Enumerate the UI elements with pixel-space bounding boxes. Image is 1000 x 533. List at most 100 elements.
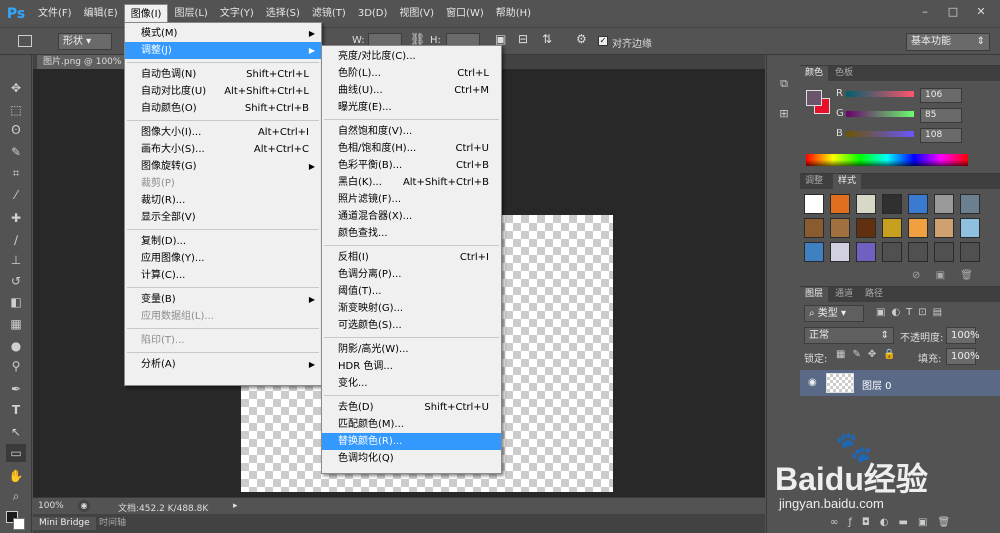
blue-value-input[interactable]: 108 bbox=[920, 128, 962, 143]
style-swatch[interactable] bbox=[882, 218, 902, 238]
hand-tool-icon[interactable]: ✋ bbox=[6, 467, 26, 485]
adjust-submenu-item[interactable]: 渐变映射(G)... bbox=[322, 300, 501, 317]
image-menu-item[interactable]: 自动颜色(O) Shift+Ctrl+B bbox=[125, 100, 321, 117]
adjust-submenu-item[interactable]: 变化... bbox=[322, 375, 501, 392]
tab-adjustments[interactable]: 调整 bbox=[800, 174, 828, 189]
menu-file[interactable]: 文件(F) bbox=[32, 4, 78, 24]
close-button[interactable]: ✕ bbox=[970, 4, 992, 20]
style-swatch[interactable] bbox=[934, 218, 954, 238]
adjust-submenu-item[interactable]: 曲线(U)... Ctrl+M bbox=[322, 82, 501, 99]
eyedropper-tool-icon[interactable]: ⁄ bbox=[6, 186, 26, 204]
image-menu-item[interactable]: 显示全部(V) bbox=[125, 209, 321, 226]
style-swatch[interactable] bbox=[856, 194, 876, 214]
tab-mini-bridge[interactable]: Mini Bridge bbox=[33, 517, 96, 530]
document-tab[interactable]: 图片.png @ 100% bbox=[37, 55, 128, 69]
path-alignment-icon[interactable]: ⊟ bbox=[518, 32, 528, 46]
image-menu-item[interactable]: 变量(B) ▶ bbox=[125, 291, 321, 308]
layer-row[interactable]: ◉ 图层 0 bbox=[800, 370, 1000, 396]
image-menu-item[interactable]: 图像旋转(G) ▶ bbox=[125, 158, 321, 175]
clear-style-icon[interactable]: ⊘ bbox=[912, 270, 920, 281]
shape-mode-select[interactable]: 形状 ▾ bbox=[58, 33, 112, 50]
style-swatch[interactable] bbox=[804, 242, 824, 262]
adjust-submenu-item[interactable]: 阈值(T)... bbox=[322, 283, 501, 300]
style-swatch[interactable] bbox=[882, 194, 902, 214]
eraser-tool-icon[interactable]: ◧ bbox=[6, 293, 26, 311]
tab-paths[interactable]: 路径 bbox=[860, 287, 888, 302]
adjust-submenu-item[interactable]: 色相/饱和度(H)... Ctrl+U bbox=[322, 140, 501, 157]
style-swatch[interactable] bbox=[804, 194, 824, 214]
foreground-color-chip[interactable] bbox=[806, 90, 822, 106]
adjust-submenu-item[interactable]: 色彩平衡(B)... Ctrl+B bbox=[322, 157, 501, 174]
properties-panel-icon[interactable]: ⊞ bbox=[775, 107, 793, 123]
brush-tool-icon[interactable]: ∕ bbox=[6, 231, 26, 249]
history-brush-tool-icon[interactable]: ↺ bbox=[6, 272, 26, 290]
image-menu-item[interactable]: 计算(C)... bbox=[125, 267, 321, 284]
menu-window[interactable]: 窗口(W) bbox=[440, 4, 490, 24]
image-menu-item[interactable]: 应用图像(Y)... bbox=[125, 250, 321, 267]
adjust-submenu-item[interactable]: 替换颜色(R)... bbox=[322, 433, 501, 450]
layer-name[interactable]: 图层 0 bbox=[862, 377, 892, 392]
style-swatch[interactable] bbox=[908, 218, 928, 238]
adjust-submenu-item[interactable]: 去色(D) Shift+Ctrl+U bbox=[322, 399, 501, 416]
adjust-submenu-item[interactable]: 黑白(K)... Alt+Shift+Ctrl+B bbox=[322, 174, 501, 191]
red-value-input[interactable]: 106 bbox=[920, 88, 962, 103]
image-menu-item[interactable]: 裁切(R)... bbox=[125, 192, 321, 209]
blue-slider[interactable] bbox=[846, 131, 914, 137]
style-swatch[interactable] bbox=[908, 242, 928, 262]
adjust-submenu-item[interactable]: HDR 色调... bbox=[322, 358, 501, 375]
move-tool-icon[interactable]: ✥ bbox=[6, 79, 26, 97]
path-arrangement-icon[interactable]: ⇅ bbox=[542, 32, 552, 46]
history-panel-icon[interactable]: ⧉ bbox=[775, 77, 793, 93]
adjust-submenu-item[interactable]: 阴影/高光(W)... bbox=[322, 341, 501, 358]
align-edges-checkbox[interactable]: ✓ bbox=[598, 36, 608, 46]
pen-tool-icon[interactable]: ✒ bbox=[6, 380, 26, 398]
image-menu-item[interactable]: 分析(A) ▶ bbox=[125, 356, 321, 373]
maximize-button[interactable]: □ bbox=[942, 4, 964, 20]
status-menu-arrow-icon[interactable]: ▸ bbox=[233, 501, 238, 511]
style-swatch[interactable] bbox=[830, 242, 850, 262]
rectangle-tool-icon[interactable] bbox=[18, 35, 32, 47]
layer-filter-select[interactable]: ⌕ 类型 ▾ bbox=[804, 305, 864, 322]
image-menu-item[interactable]: 图像大小(I)... Alt+Ctrl+I bbox=[125, 124, 321, 141]
camera-icon[interactable]: ◉ bbox=[78, 500, 90, 512]
tab-styles[interactable]: 样式 bbox=[833, 174, 862, 189]
adjust-submenu-item[interactable]: 可选颜色(S)... bbox=[322, 317, 501, 334]
style-swatch[interactable] bbox=[856, 218, 876, 238]
menu-image[interactable]: 图像(I) bbox=[123, 3, 169, 24]
clone-stamp-tool-icon[interactable]: ⊥ bbox=[6, 251, 26, 269]
background-color-swatch[interactable] bbox=[13, 518, 25, 530]
crop-tool-icon[interactable]: ⌗ bbox=[6, 164, 26, 182]
path-operations-icon[interactable]: ▣ bbox=[495, 32, 506, 46]
adjust-submenu-item[interactable]: 照片滤镜(F)... bbox=[322, 191, 501, 208]
type-tool-icon[interactable]: T bbox=[6, 401, 26, 419]
style-swatch[interactable] bbox=[960, 194, 980, 214]
adjust-submenu-item[interactable]: 自然饱和度(V)... bbox=[322, 123, 501, 140]
style-swatch[interactable] bbox=[934, 242, 954, 262]
layer-filter-icons[interactable]: ▣◐T⊡▤ bbox=[876, 307, 948, 318]
style-swatch[interactable] bbox=[908, 194, 928, 214]
healing-brush-tool-icon[interactable]: ✚ bbox=[6, 209, 26, 227]
new-style-icon[interactable]: ▣ bbox=[936, 270, 945, 281]
image-menu-item[interactable]: 画布大小(S)... Alt+Ctrl+C bbox=[125, 141, 321, 158]
adjust-submenu-item[interactable]: 色调分离(P)... bbox=[322, 266, 501, 283]
image-menu-item[interactable]: 模式(M) ▶ bbox=[125, 25, 321, 42]
green-value-input[interactable]: 85 bbox=[920, 108, 962, 123]
menu-type[interactable]: 文字(Y) bbox=[214, 4, 260, 24]
blend-mode-select[interactable]: 正常 ⇕ bbox=[804, 327, 894, 344]
minimize-button[interactable]: – bbox=[914, 4, 936, 20]
menu-select[interactable]: 选择(S) bbox=[260, 4, 306, 24]
adjust-submenu-item[interactable]: 亮度/对比度(C)... bbox=[322, 48, 501, 65]
adjust-submenu-item[interactable]: 色调均化(Q) bbox=[322, 450, 501, 467]
style-swatch[interactable] bbox=[856, 242, 876, 262]
color-spectrum-bar[interactable] bbox=[806, 154, 968, 166]
image-menu-item[interactable]: 自动色调(N) Shift+Ctrl+L bbox=[125, 66, 321, 83]
workspace-select[interactable]: 基本功能 ⇕ bbox=[906, 33, 990, 51]
tab-channels[interactable]: 通道 bbox=[830, 287, 858, 302]
adjust-submenu-item[interactable]: 匹配颜色(M)... bbox=[322, 416, 501, 433]
menu-help[interactable]: 帮助(H) bbox=[490, 4, 537, 24]
adjust-submenu-item[interactable]: 通道混合器(X)... bbox=[322, 208, 501, 225]
adjust-submenu-item[interactable]: 颜色查找... bbox=[322, 225, 501, 242]
style-swatch[interactable] bbox=[960, 218, 980, 238]
menu-3d[interactable]: 3D(D) bbox=[352, 4, 394, 24]
trash-icon[interactable]: 🗑 bbox=[960, 270, 973, 281]
